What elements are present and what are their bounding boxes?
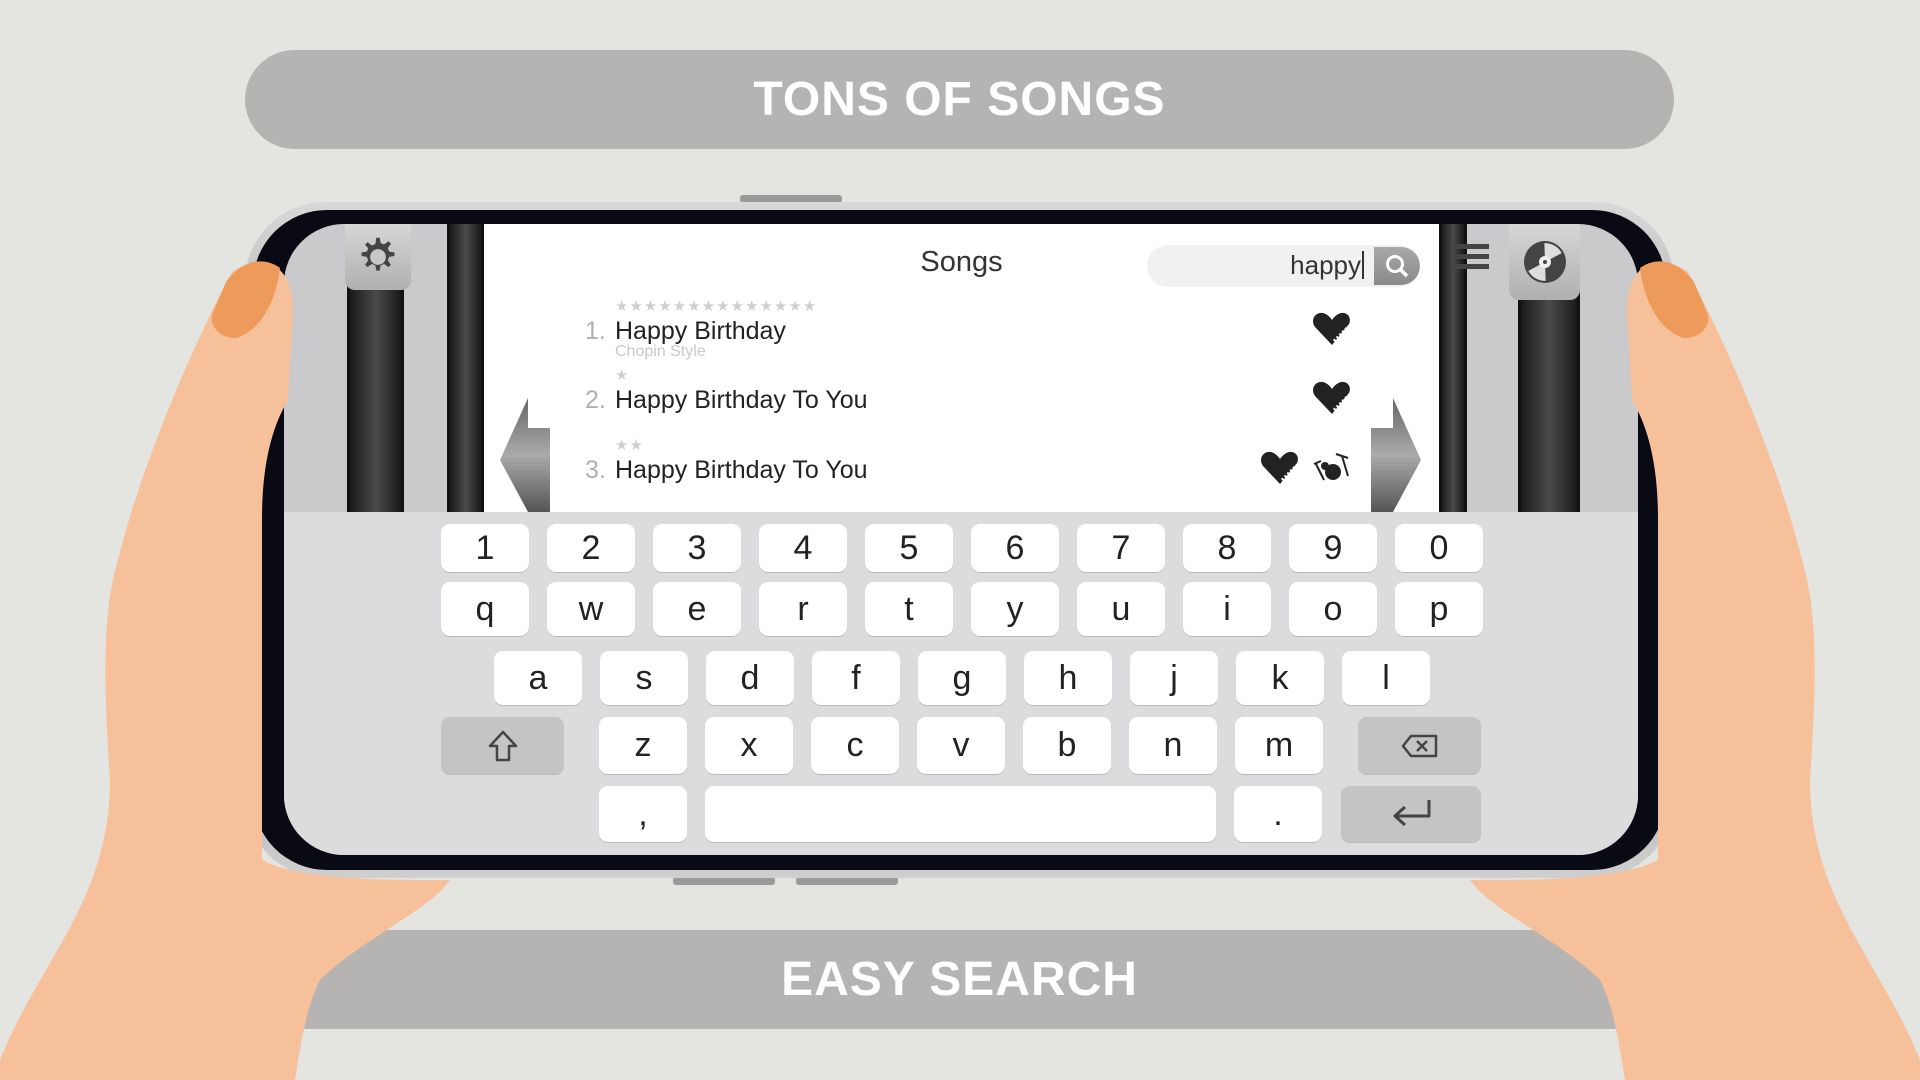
left-hand xyxy=(0,261,450,1080)
right-hand xyxy=(1470,261,1920,1080)
